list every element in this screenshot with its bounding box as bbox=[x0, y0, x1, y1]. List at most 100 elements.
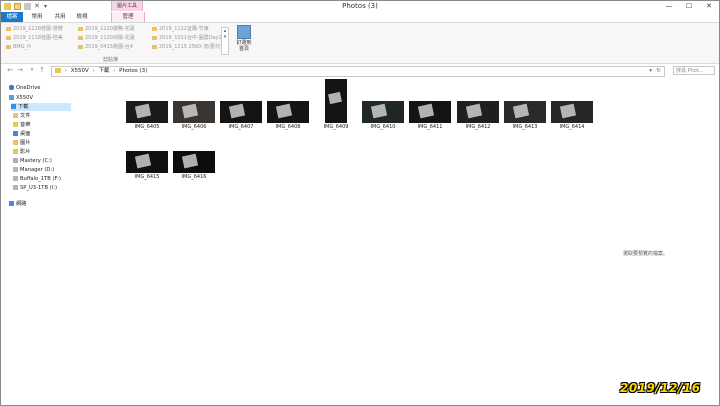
nav-item-music[interactable]: 音樂 bbox=[13, 121, 30, 129]
file-name: IMG_6407 bbox=[228, 124, 254, 130]
pinned-folder[interactable]: 2019_1120圳陽-花蓮 bbox=[77, 34, 135, 42]
photo-thumbnail bbox=[325, 79, 347, 123]
breadcrumb-item[interactable]: 下載 bbox=[98, 68, 109, 74]
address-box[interactable]: › X550V › 下載 › Photos (3) ▾ ↻ bbox=[51, 66, 665, 77]
photo-thumbnail bbox=[126, 101, 168, 123]
pinned-folder[interactable]: BMG_H bbox=[5, 43, 31, 51]
music-icon bbox=[13, 121, 18, 127]
photo-thumbnail bbox=[504, 101, 546, 123]
search-input[interactable]: 搜尋 Phot... bbox=[673, 66, 715, 75]
file-name: IMG_6408 bbox=[275, 124, 301, 130]
pin-button-label: 釘選到 首頁 bbox=[236, 40, 252, 52]
navigation-pane: OneDrive X550V 下載 文件 音樂 桌面 圖片 影片 Mastery… bbox=[1, 79, 121, 405]
breadcrumb-item[interactable]: Photos (3) bbox=[119, 68, 147, 74]
refresh-icon[interactable]: ↻ bbox=[656, 67, 661, 76]
pinned-folder[interactable]: 2019_1215 2560-流(舊代) bbox=[151, 43, 222, 51]
folder-icon bbox=[13, 112, 18, 118]
pinned-folder[interactable]: 2019_1122宜蘭-竹東 bbox=[151, 25, 209, 33]
file-thumbnail[interactable]: IMG_6415 bbox=[126, 151, 168, 180]
photo-thumbnail bbox=[126, 151, 168, 173]
nav-item-drive-f[interactable]: Buffalo_1TB (F:) bbox=[13, 175, 61, 183]
ribbon-tabs: 檔案 常用 共用 檢視 管理 bbox=[1, 12, 719, 23]
nav-item-computer[interactable]: X550V bbox=[9, 94, 33, 102]
address-bar-row: ← → ▾ ↑ › X550V › 下載 › Photos (3) ▾ ↻ 搜尋… bbox=[1, 65, 719, 77]
minimize-button[interactable]: — bbox=[659, 1, 679, 12]
nav-item-downloads[interactable]: 下載 bbox=[11, 103, 71, 111]
file-thumbnail[interactable]: IMG_6413 bbox=[504, 101, 546, 130]
photo-thumbnail bbox=[362, 101, 404, 123]
pinned-folder[interactable]: 2019_1011台中-圓農Day2 bbox=[151, 34, 222, 42]
file-name: IMG_6410 bbox=[370, 124, 396, 130]
network-icon bbox=[9, 200, 14, 206]
nav-item-network[interactable]: 網路 bbox=[9, 200, 26, 208]
close-button[interactable]: ✕ bbox=[699, 1, 719, 12]
file-thumbnail[interactable]: IMG_6407 bbox=[220, 101, 262, 130]
file-name: IMG_6414 bbox=[559, 124, 585, 130]
file-thumbnail[interactable]: IMG_6414 bbox=[551, 101, 593, 130]
file-thumbnail[interactable]: IMG_6412 bbox=[457, 101, 499, 130]
file-name: IMG_6412 bbox=[465, 124, 491, 130]
nav-item-drive-d[interactable]: Manager (D:) bbox=[13, 166, 54, 174]
title-bar: ✕ ▾ 圖片工具 Photos (3) — ☐ ✕ bbox=[1, 1, 719, 12]
breadcrumb-separator: › bbox=[113, 68, 116, 74]
nav-item-videos[interactable]: 影片 bbox=[13, 148, 30, 156]
pinned-folder[interactable]: 2019_1120燉鴨-花蓮 bbox=[77, 25, 135, 33]
nav-item-drive-c[interactable]: Mastery (C:) bbox=[13, 157, 52, 165]
file-thumbnail[interactable]: IMG_6409 bbox=[315, 79, 357, 130]
nav-item-pictures[interactable]: 圖片 bbox=[13, 139, 30, 147]
file-name: IMG_6416 bbox=[181, 174, 207, 180]
file-name: IMG_6413 bbox=[512, 124, 538, 130]
file-name: IMG_6409 bbox=[323, 124, 349, 130]
pinned-folder[interactable]: 2019_1118桂園-桂美 bbox=[5, 34, 63, 42]
file-thumbnail[interactable]: IMG_6410 bbox=[362, 101, 404, 130]
drive-icon bbox=[13, 157, 18, 163]
pinned-folder[interactable]: 2019_0415桃園-台4 bbox=[77, 43, 133, 51]
tab-file[interactable]: 檔案 bbox=[1, 12, 23, 22]
photo-thumbnail bbox=[551, 101, 593, 123]
tab-share[interactable]: 共用 bbox=[49, 12, 71, 22]
drive-icon bbox=[13, 184, 18, 190]
forward-button[interactable]: → bbox=[16, 66, 24, 75]
up-button[interactable]: ↑ bbox=[38, 66, 46, 75]
window-controls: — ☐ ✕ bbox=[659, 1, 719, 12]
photo-thumbnail bbox=[409, 101, 451, 123]
date-stamp: 2019/12/16 bbox=[620, 381, 701, 395]
breadcrumb-item[interactable]: X550V bbox=[71, 68, 89, 74]
file-name: IMG_6405 bbox=[134, 124, 160, 130]
recent-dropdown-icon[interactable]: ▾ bbox=[28, 66, 36, 75]
file-thumbnail[interactable]: IMG_6408 bbox=[267, 101, 309, 130]
group-label: 剪貼簿 bbox=[103, 57, 119, 63]
file-thumbnail[interactable]: IMG_6405 bbox=[126, 101, 168, 130]
pictures-icon bbox=[13, 139, 18, 145]
breadcrumb-separator: › bbox=[92, 68, 95, 74]
nav-item-desktop[interactable]: 桌面 bbox=[13, 130, 30, 138]
downloads-icon bbox=[11, 103, 16, 109]
file-thumbnail[interactable]: IMG_6406 bbox=[173, 101, 215, 130]
back-button[interactable]: ← bbox=[6, 66, 14, 75]
tab-view[interactable]: 檢視 bbox=[71, 12, 93, 22]
nav-item-drive-i[interactable]: SP_U3-1TB (I:) bbox=[13, 184, 57, 192]
nav-item-onedrive[interactable]: OneDrive bbox=[9, 84, 40, 92]
photo-thumbnail bbox=[173, 101, 215, 123]
drive-icon bbox=[13, 166, 18, 172]
photo-thumbnail bbox=[267, 101, 309, 123]
tab-home[interactable]: 常用 bbox=[25, 12, 49, 22]
file-thumbnail[interactable]: IMG_6411 bbox=[409, 101, 451, 130]
drive-icon bbox=[13, 175, 18, 181]
photo-thumbnail bbox=[173, 151, 215, 173]
preview-pane-text: 選取要預覽的檔案。 bbox=[623, 251, 669, 257]
gallery-scroll[interactable]: ▴ ▾ bbox=[221, 27, 229, 55]
pin-to-home-button[interactable]: 釘選到 首頁 bbox=[234, 25, 254, 52]
desktop-icon bbox=[13, 130, 18, 136]
ribbon-panel: 2019_1118桂園-誉櫻 2019_1118桂園-桂美 BMG_H 2019… bbox=[1, 23, 719, 64]
file-list: IMG_6405 IMG_6406 IMG_6407 IMG_6408 IMG_… bbox=[122, 79, 719, 405]
file-name: IMG_6411 bbox=[417, 124, 443, 130]
tab-manage[interactable]: 管理 bbox=[111, 12, 145, 22]
maximize-button[interactable]: ☐ bbox=[679, 1, 699, 12]
file-name: IMG_6406 bbox=[181, 124, 207, 130]
pinned-folder[interactable]: 2019_1118桂園-誉櫻 bbox=[5, 25, 63, 33]
window-title: Photos (3) bbox=[342, 2, 378, 10]
nav-item-documents[interactable]: 文件 bbox=[13, 112, 30, 120]
address-dropdown-icon[interactable]: ▾ bbox=[649, 67, 652, 76]
file-thumbnail[interactable]: IMG_6416 bbox=[173, 151, 215, 180]
